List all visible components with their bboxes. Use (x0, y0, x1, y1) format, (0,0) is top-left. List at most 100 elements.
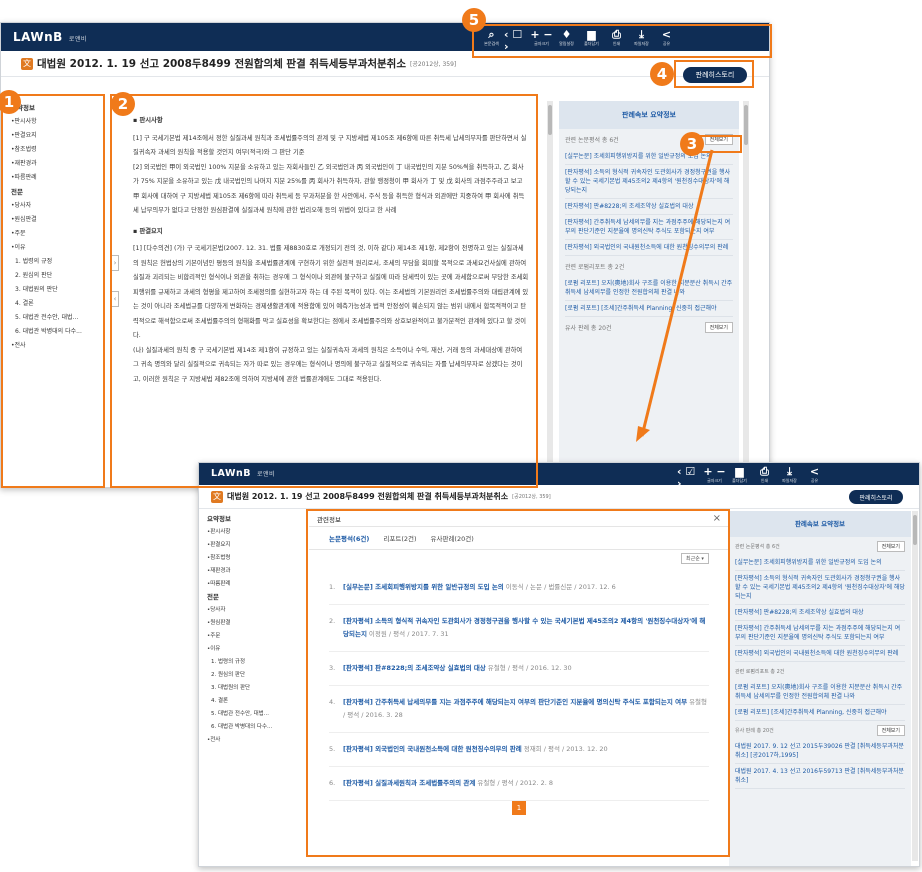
folder-icon: ▆ (735, 465, 744, 478)
side-link[interactable]: [로펌 리포트] 오지(奧地)회사 구조를 이용한 지분분산 취득시 간주취득세… (735, 680, 905, 705)
brand-logo[interactable]: LAWnB 로앤비 (13, 30, 87, 44)
list-item[interactable]: 3. [판자평석] 판#8228;의 조세조약상 실효법의 대상 유철형 / 평석 … (329, 652, 709, 686)
view-all-button[interactable]: 전체보기 (876, 540, 905, 552)
side-panel: 판례속보 요약정보 관련 논문평석 총 6건 전체보기 [실무논문] 조세회피행위… (729, 511, 911, 866)
toc-subitem[interactable]: 4. 결론 (211, 695, 307, 708)
toc-subitem[interactable]: 5. 대법관 전수안, 대법... (15, 311, 99, 325)
side-link[interactable]: [판자평석] 외국법인의 국내원천소득에 대한 원천징수의무의 판례 (735, 646, 905, 662)
side-header: 판례속보 요약정보 (729, 511, 911, 537)
toc-item[interactable]: •판시사항 (11, 115, 99, 129)
view-all-button[interactable]: 전체보기 (876, 724, 905, 736)
toc-item[interactable]: •재판경과 (207, 565, 307, 578)
toc-subitem[interactable]: 3. 대법원의 판단 (15, 283, 99, 297)
side-link[interactable]: [판자평석] 판#8228;의 조세조약상 실효법의 대상 (735, 605, 905, 621)
item-text: [판자평석] 판#8228;의 조세조약상 실효법의 대상 유철형 / 평석 / … (343, 662, 709, 675)
toc-subitem[interactable]: 2. 원심의 판단 (211, 669, 307, 682)
toc-subitem[interactable]: 5. 대법관 전수안, 대법... (211, 708, 307, 721)
section-heading: ▪ 판시사항 (133, 117, 163, 124)
side-scrollbar[interactable] (743, 101, 749, 481)
history-button[interactable]: 판례히스토리 (683, 67, 747, 83)
user-name: 로앤비 (68, 36, 87, 43)
side-scrollbar[interactable] (912, 511, 918, 861)
item-title[interactable]: [실무논문] 조세회피행위방지를 위한 일반규정의 도입 논의 (343, 583, 504, 591)
paragraph: [2] 외국법인 甲이 외국법인 100% 지분을 소유하고 있는 자회사들인 … (133, 163, 525, 215)
toc-subitem[interactable]: 1. 법령의 규정 (211, 656, 307, 669)
toc-item[interactable]: •당사자 (207, 604, 307, 617)
side-link[interactable]: [판자평석] 외국법인의 국내원천소득에 대한 원천징수의무의 판례 (565, 240, 733, 256)
paragraph: (나) 실질과세의 원칙 중 구 국세기본법 제14조 제1항이 규정하고 있는… (133, 346, 523, 383)
close-icon[interactable]: × (713, 513, 721, 524)
list-item[interactable]: 4. [판자평석] 간주취득세 납세의무를 지는 과점주주에 해당되는지 여부의 … (329, 686, 709, 733)
report-count: 관련 로펌리포트 총 2건 (565, 263, 625, 271)
collapse-left-button[interactable]: › (111, 255, 119, 271)
brand-logo[interactable]: LAWnB 로앤비 (211, 468, 275, 479)
toc-item[interactable]: •이유 (11, 241, 99, 255)
toc-item[interactable]: •판결요지 (11, 129, 99, 143)
toc-item[interactable]: •따름판례 (11, 171, 99, 185)
toc-item[interactable]: •주문 (207, 630, 307, 643)
tab-0[interactable]: 논문평석(6건) (329, 533, 369, 543)
toc-summary-heading: 요약정보 (207, 515, 231, 523)
side-link[interactable]: [로펌 리포트] [조세]간주취득세 Planning, 신중히 접근해야 (565, 301, 733, 317)
toc-item[interactable]: •판결요지 (207, 539, 307, 552)
toc-panel: 요약정보 •판시사항 •판결요지 •참조법령 •재판경과 •따름판례 전문 •당사자 •원… (207, 513, 307, 747)
toc-item[interactable]: •따름판례 (207, 578, 307, 591)
toc-item[interactable]: •원심판결 (11, 213, 99, 227)
side-link[interactable]: [판자평석] 소득의 형식적 귀속자인 도관회사가 경정청구권을 행사할 수 있… (735, 571, 905, 605)
view-all-button[interactable]: 전체보기 (704, 321, 733, 333)
sort-select[interactable]: 최근순 ▾ (681, 553, 709, 564)
list-item[interactable]: 6. [판자평석] 실질과세원칙과 조세법률주의의 관계 유철형 / 평석 / 20… (329, 767, 709, 801)
toc-item[interactable]: •이유 (207, 643, 307, 656)
history-button[interactable]: 판례히스토리 (849, 490, 903, 504)
side-link[interactable]: [로펌 리포트] [조세]간주취득세 Planning, 신중히 접근해야 (735, 705, 905, 721)
side-link[interactable]: [판자평석] 판#8228;의 조세조약상 실효법의 대상 (565, 199, 733, 215)
toc-item[interactable]: •참조법령 (11, 143, 99, 157)
toolbar-label: 알림설정 (559, 41, 574, 46)
tab-1[interactable]: 리포트(2건) (383, 533, 416, 543)
side-link[interactable]: [판자평석] 소득의 형식적 귀속자인 도관회사가 경정청구권을 행사할 수 있… (565, 165, 733, 199)
page-title: 대법원 2012. 1. 19 선고 2008두8499 전원합의체 판결 취득… (37, 58, 406, 70)
toc-item[interactable]: •당사자 (11, 199, 99, 213)
brand-name: LAWnB (13, 30, 63, 44)
top-bar: LAWnB로앤비 ‹ ☑ ›검색어+ −글자크기▆폴더담기⎙인쇄⤓파일저장<공유 (199, 463, 919, 495)
toc-subitem[interactable]: 6. 대법관 박병대의 다수... (15, 325, 99, 339)
item-meta: 이정원 / 평석 / 2017. 7. 31 (368, 630, 449, 638)
item-title[interactable]: [판자평석] 판#8228;의 조세조약상 실효법의 대상 (343, 664, 486, 672)
top-bar: LAWnB로앤비 ⌕본문검색‹ ☐ ›검색어+ −글자크기♦알림설정▆폴더담기⎙… (1, 23, 769, 58)
toc-item[interactable]: •재판경과 (11, 157, 99, 171)
toc-subitem[interactable]: 2. 원심의 판단 (15, 269, 99, 283)
toc-item[interactable]: •전사 (207, 734, 307, 747)
expand-left-button[interactable]: ‹ (111, 291, 119, 307)
list-item[interactable]: 2. [판자평석] 소득의 형식적 귀속자인 도관회사가 경정청구권을 행사할 수… (329, 605, 709, 652)
list-item[interactable]: 1. [실무논문] 조세회피행위방지를 위한 일반규정의 도입 논의 이동식 / 논… (329, 571, 709, 605)
side-link[interactable]: 대법원 2017. 4. 13 선고 2016두59713 판결 [취득세등부과… (735, 764, 905, 789)
toc-item[interactable]: •주문 (11, 227, 99, 241)
tab-2[interactable]: 유사판례(20건) (431, 533, 474, 543)
toc-item[interactable]: •원심판결 (207, 617, 307, 630)
toc-subitem[interactable]: 1. 법령의 규정 (15, 255, 99, 269)
badge-5: 5 (462, 8, 486, 32)
side-link[interactable]: [판자평석] 간주취득세 납세의무를 지는 과점주주에 해당되는지 여부의 판단… (565, 215, 733, 240)
side-link[interactable]: [실무논문] 조세회피행위방지를 위한 일반규정의 도입 논의 (735, 555, 905, 571)
share-icon: < (809, 465, 820, 478)
toc-subitem[interactable]: 4. 결론 (15, 297, 99, 311)
item-title[interactable]: [판자평석] 간주취득세 납세의무를 지는 과점주주에 해당되는지 여부의 판단… (343, 698, 687, 706)
item-title[interactable]: [판자평석] 외국법인의 국내원천소득에 대한 원천징수의무의 판례 (343, 745, 522, 753)
side-link[interactable]: [로펌 리포트] 오지(奧地)회사 구조를 이용한 지분분산 취득시 간주취득세… (565, 276, 733, 301)
related-info-modal: 관련정보 × 논문평석(6건) 리포트(2건) 유사판례(20건) 최근순 ▾ 1. [… (309, 511, 729, 863)
item-text: [판자평석] 실질과세원칙과 조세법률주의의 관계 유철형 / 평석 / 2012… (343, 777, 709, 790)
toc-item[interactable]: •전사 (11, 339, 99, 353)
item-title[interactable]: [판자평석] 실질과세원칙과 조세법률주의의 관계 (343, 779, 475, 787)
toc-item[interactable]: •판시사항 (207, 526, 307, 539)
list-item[interactable]: 5. [판자평석] 외국법인의 국내원천소득에 대한 원천징수의무의 판례 정재희 … (329, 733, 709, 767)
side-link[interactable]: 대법원 2017. 9. 12 선고 2015두39026 판결 [취득세등부과… (735, 739, 905, 764)
side-link[interactable]: [실무논문] 조세회피행위방지를 위한 일반규정의 도입 논의 (565, 149, 733, 165)
content-scrollbar[interactable] (547, 101, 553, 481)
toc-subitem[interactable]: 6. 대법관 박병대의 다수... (211, 721, 307, 734)
side-link[interactable]: [판자평석] 간주취득세 납세의무를 지는 과점주주에 해당되는지 여부의 판단… (735, 621, 905, 646)
toolbar-label: 글자크기 (534, 41, 549, 46)
view-all-button[interactable]: 전체보기 (704, 133, 733, 145)
page-button[interactable]: 1 (512, 801, 526, 815)
toc-item[interactable]: •참조법령 (207, 552, 307, 565)
toc-subitem[interactable]: 3. 대법원의 판단 (211, 682, 307, 695)
